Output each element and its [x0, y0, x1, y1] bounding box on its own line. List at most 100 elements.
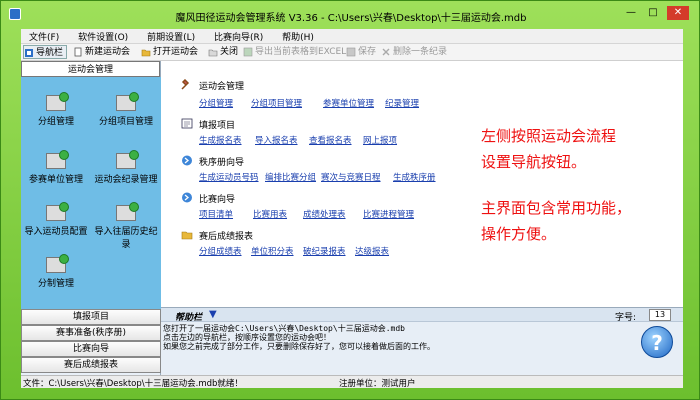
status-user: 注册单位：测试用户: [339, 379, 416, 389]
nav-item-label: 参赛单位管理: [28, 175, 83, 185]
section-header: 赛后成绩报表: [181, 229, 253, 242]
section-post-reports: 赛后成绩报表: [181, 229, 253, 242]
help-header-bar: 帮助栏 ▼ 字号: 13: [161, 308, 683, 323]
link-result-processing[interactable]: 成绩处理表: [303, 208, 346, 220]
collapse-icon[interactable]: ▼: [209, 309, 217, 320]
left-nav-panel: 运动会管理 分组管理 分组项目管理 参赛单位管理 运动会纪录管理 导入运动员配置: [21, 61, 161, 375]
section-entry: 填报项目: [181, 118, 235, 131]
new-meet-button[interactable]: 新建运动会: [73, 45, 130, 59]
help-text-line: 如果您之前完成了部分工作，只要删除保存好了，您可以接着做后面的工作。: [163, 342, 435, 351]
annotation-line: 设置导航按钮。: [481, 153, 587, 171]
nav-item-label: 导入运动员配置: [24, 227, 88, 237]
open-meet-button[interactable]: 打开运动会: [141, 45, 198, 59]
export-excel-label: 导出当前表格到EXCEL: [255, 47, 347, 57]
section-title: 填报项目: [199, 121, 236, 131]
link-view-entry-form[interactable]: 查看报名表: [309, 134, 352, 146]
font-size-label: 字号:: [615, 313, 637, 323]
section-title: 比赛向导: [199, 195, 236, 205]
link-record-management[interactable]: 纪录管理: [385, 97, 419, 109]
delete-record-button[interactable]: 删除一条纪录: [381, 45, 447, 59]
section-title: 秩序册向导: [199, 158, 245, 168]
link-group-event-management[interactable]: 分组项目管理: [251, 97, 302, 109]
link-generate-order-book[interactable]: 生成秩序册: [393, 171, 436, 183]
nav-item-label: 分组管理: [37, 117, 74, 127]
nav-group-management[interactable]: 分组管理: [21, 92, 91, 127]
nav-button-reports[interactable]: 赛后成绩报表: [21, 357, 161, 373]
link-unit-points[interactable]: 单位积分表: [251, 245, 294, 257]
link-record-breaking[interactable]: 破纪录报表: [303, 245, 346, 257]
help-text-line: 点击左边的导航栏，按顺序设置您的运动会吧！: [163, 333, 331, 342]
maximize-button[interactable]: □: [645, 6, 661, 20]
history-icon: [116, 202, 139, 221]
menu-pre-settings[interactable]: 前期设置(L): [139, 29, 203, 44]
nav-item-label: 分组项目管理: [98, 117, 153, 127]
menu-file[interactable]: 文件(F): [21, 29, 67, 44]
nav-button-preparation[interactable]: 赛事准备(秩序册): [21, 325, 161, 341]
link-competition-forms[interactable]: 比赛用表: [253, 208, 287, 220]
record-icon: [116, 150, 139, 169]
close-window-button[interactable]: ✕: [667, 6, 689, 20]
new-document-icon: [74, 47, 82, 57]
menu-software-settings[interactable]: 软件设置(O): [70, 29, 136, 44]
nav-import-history[interactable]: 导入往届历史纪录: [91, 202, 161, 250]
nav-scoring-management[interactable]: 分制管理: [21, 254, 91, 289]
delete-record-label: 删除一条纪录: [393, 47, 448, 57]
help-text: 您打开了一届运动会C:\Users\兴春\Desktop\十三届运动会.mdb …: [163, 324, 613, 351]
title-bar: 魔风田径运动会管理系统 V3.36 - C:\Users\兴春\Desktop\…: [1, 1, 700, 29]
nav-item-label: 运动会纪录管理: [94, 175, 158, 185]
font-size-spinner[interactable]: 13: [649, 309, 671, 321]
section-title: 运动会管理: [199, 82, 245, 92]
help-panel: 帮助栏 ▼ 字号: 13 您打开了一届运动会C:\Users\兴春\Deskto…: [161, 307, 683, 375]
section-header: 比赛向导: [181, 192, 235, 205]
nav-toggle-button[interactable]: 导航栏: [23, 45, 68, 59]
link-generate-entry-form[interactable]: 生成报名表: [199, 134, 242, 146]
nav-item-label: 导入往届历史纪录: [94, 227, 158, 250]
menu-help[interactable]: 帮助(H): [274, 29, 322, 44]
link-qualification-report[interactable]: 达级报表: [355, 245, 389, 257]
link-generate-numbers[interactable]: 生成运动员号码: [199, 171, 259, 183]
app-window: 魔风田径运动会管理系统 V3.36 - C:\Users\兴春\Desktop\…: [0, 0, 700, 400]
help-question-button[interactable]: ?: [641, 326, 673, 358]
toolbar: 导航栏 新建运动会 打开运动会 关闭 导出当前表格到EXCEL 保存 删除一条纪…: [21, 44, 683, 61]
nav-unit-management[interactable]: 参赛单位管理: [21, 150, 91, 185]
menu-competition-wizard[interactable]: 比赛向导(R): [206, 29, 271, 44]
arrow-circle-icon: [182, 192, 192, 203]
nav-import-athletes[interactable]: 导入运动员配置: [21, 202, 91, 237]
link-schedule[interactable]: 赛次与竞赛日程: [321, 171, 381, 183]
annotation-line: 操作方便。: [481, 225, 557, 243]
section-header: 填报项目: [181, 118, 235, 131]
arrow-circle-icon: [182, 155, 192, 166]
nav-icon: [25, 49, 33, 57]
nav-record-management[interactable]: 运动会纪录管理: [91, 150, 161, 185]
nav-panel-header[interactable]: 运动会管理: [21, 61, 160, 77]
annotation-line: 左侧按照运动会流程: [481, 127, 617, 145]
link-import-entry-form[interactable]: 导入报名表: [255, 134, 298, 146]
tools-icon: [181, 79, 190, 90]
link-online-entry[interactable]: 网上报项: [363, 134, 397, 146]
link-competition-progress[interactable]: 比赛进程管理: [363, 208, 414, 220]
status-file: 文件：C:\Users\兴春\Desktop\十三届运动会.mdb就绪！: [23, 379, 243, 389]
close-meet-label: 关闭: [220, 47, 239, 57]
excel-icon: [243, 47, 253, 57]
folder-close-icon: [208, 49, 218, 57]
nav-group-event-management[interactable]: 分组项目管理: [91, 92, 161, 127]
open-meet-label: 打开运动会: [153, 47, 199, 57]
save-button[interactable]: 保存: [346, 45, 376, 59]
minimize-button[interactable]: —: [623, 6, 639, 20]
main-content: 运动会管理 分组管理 分组项目管理 参赛单位管理 纪录管理 填报项目 生成报名表…: [161, 61, 683, 307]
link-unit-management[interactable]: 参赛单位管理: [323, 97, 374, 109]
delete-icon: [382, 48, 390, 56]
link-event-list[interactable]: 项目清单: [199, 208, 233, 220]
annotation-line: 主界面包含常用功能，: [481, 199, 632, 217]
section-competition-wizard: 比赛向导: [181, 192, 235, 205]
help-text-line: 您打开了一届运动会C:\Users\兴春\Desktop\十三届运动会.mdb: [163, 324, 405, 333]
nav-item-label: 分制管理: [37, 279, 74, 289]
close-meet-button[interactable]: 关闭: [208, 45, 238, 59]
nav-button-entry[interactable]: 填报项目: [21, 309, 161, 325]
link-group-results[interactable]: 分组成绩表: [199, 245, 242, 257]
link-group-management[interactable]: 分组管理: [199, 97, 233, 109]
nav-button-competition[interactable]: 比赛向导: [21, 341, 161, 357]
link-arrange-groups[interactable]: 编排比赛分组: [265, 171, 316, 183]
export-excel-button[interactable]: 导出当前表格到EXCEL: [243, 45, 346, 59]
section-header: 运动会管理: [181, 79, 244, 92]
